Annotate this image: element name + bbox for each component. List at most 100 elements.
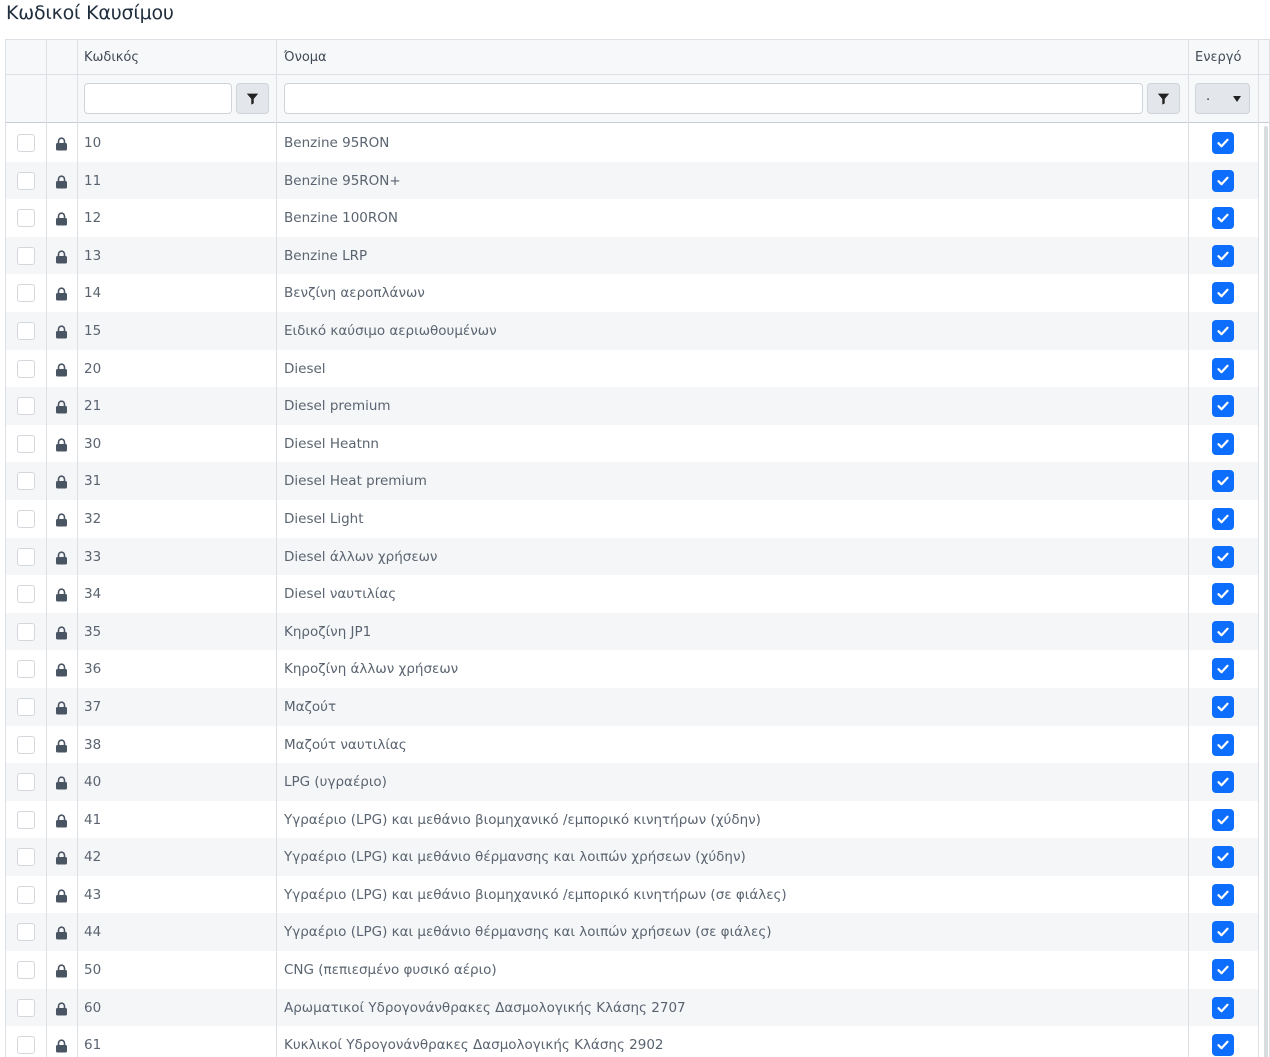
code-filter-input[interactable] [84, 83, 232, 114]
active-checkbox[interactable] [1212, 282, 1234, 305]
name-filter-button[interactable] [1147, 83, 1180, 114]
active-checkbox[interactable] [1212, 846, 1234, 869]
column-divider [77, 40, 78, 1057]
table-row[interactable]: 42 Υγραέριο (LPG) και μεθάνιο θέρμανσης κ… [6, 838, 1258, 876]
active-checkbox[interactable] [1212, 132, 1234, 154]
active-checkbox[interactable] [1212, 207, 1234, 230]
row-select-checkbox[interactable] [17, 434, 35, 453]
row-select-checkbox[interactable] [17, 134, 35, 152]
table-row[interactable]: 38 Μαζούτ ναυτιλίας [6, 726, 1258, 764]
table-row[interactable]: 37 Μαζούτ [6, 687, 1258, 726]
table-row[interactable]: 20 Diesel [6, 350, 1258, 388]
table-row[interactable]: 21 Diesel premium [6, 387, 1258, 425]
table-row[interactable]: 33 Diesel άλλων χρήσεων [6, 537, 1258, 576]
table-row[interactable]: 12 Benzine 100RON [6, 199, 1258, 237]
lock-icon [55, 399, 68, 414]
active-checkbox[interactable] [1212, 695, 1234, 718]
cell-name: Benzine 95RON [284, 135, 390, 151]
active-checkbox[interactable] [1212, 244, 1234, 267]
table-row[interactable]: 40 LPG (υγραέριο) [6, 763, 1258, 801]
cell-code: 43 [84, 886, 102, 903]
table-row[interactable]: 41 Υγραέριο (LPG) και μεθάνιο βιομηχανικό… [6, 801, 1258, 839]
table-row[interactable]: 14 Βενζίνη αεροπλάνων [6, 274, 1258, 312]
table-row[interactable]: 13 Benzine LRP [6, 236, 1258, 275]
row-select-checkbox[interactable] [17, 660, 35, 679]
table-row[interactable]: 43 Υγραέριο (LPG) και μεθάνιο βιομηχανικό… [6, 876, 1258, 914]
column-header-active[interactable]: Ενεργό [1195, 50, 1241, 65]
table-row[interactable]: 44 Υγραέριο (LPG) και μεθάνιο θέρμανσης κ… [6, 913, 1258, 952]
active-checkbox[interactable] [1212, 808, 1234, 831]
check-icon [1216, 813, 1230, 827]
active-checkbox[interactable] [1212, 470, 1234, 493]
row-select-checkbox[interactable] [17, 397, 35, 416]
row-select-checkbox[interactable] [17, 509, 35, 528]
row-select-checkbox[interactable] [17, 885, 35, 904]
active-checkbox[interactable] [1212, 395, 1234, 418]
table-row[interactable]: 30 Diesel Heatnn [6, 425, 1258, 463]
row-select-checkbox[interactable] [17, 359, 35, 378]
row-select-checkbox[interactable] [17, 923, 35, 942]
cell-name: Benzine 100RON [284, 210, 398, 227]
active-checkbox[interactable] [1212, 620, 1234, 643]
check-icon [1216, 738, 1230, 752]
row-select-checkbox[interactable] [17, 697, 35, 716]
cell-name: Βενζίνη αεροπλάνων [284, 285, 425, 302]
table-row[interactable]: 31 Diesel Heat premium [6, 462, 1258, 500]
cell-code: 10 [84, 135, 102, 151]
active-checkbox[interactable] [1212, 545, 1234, 568]
row-select-checkbox[interactable] [17, 472, 35, 491]
active-checkbox[interactable] [1212, 883, 1234, 906]
check-icon [1216, 625, 1230, 639]
table-row[interactable]: 32 Diesel Light [6, 500, 1258, 538]
cell-code: 14 [84, 285, 102, 302]
table-row[interactable]: 15 Ειδικό καύσιμο αεριωθουμένων [6, 311, 1258, 350]
active-checkbox[interactable] [1212, 507, 1234, 530]
row-select-checkbox[interactable] [17, 961, 35, 980]
active-checkbox[interactable] [1212, 583, 1234, 606]
table-row[interactable]: 50 CNG (πεπιεσμένο φυσικό αέριο) [6, 951, 1258, 989]
cell-name: Benzine 95RON+ [284, 172, 401, 189]
active-checkbox[interactable] [1212, 996, 1234, 1019]
active-checkbox[interactable] [1212, 771, 1234, 794]
active-checkbox[interactable] [1212, 1034, 1234, 1057]
row-select-checkbox[interactable] [17, 848, 35, 867]
code-filter-button[interactable] [236, 83, 269, 114]
column-header-name[interactable]: Όνομα [284, 50, 327, 65]
row-select-checkbox[interactable] [17, 246, 35, 265]
active-filter-select[interactable]: . [1195, 83, 1250, 114]
active-checkbox[interactable] [1212, 921, 1234, 944]
row-select-checkbox[interactable] [17, 810, 35, 829]
row-select-checkbox[interactable] [17, 585, 35, 604]
cell-code: 50 [84, 962, 102, 979]
check-icon [1216, 399, 1230, 413]
row-select-checkbox[interactable] [17, 171, 35, 190]
row-select-checkbox[interactable] [17, 622, 35, 641]
active-checkbox[interactable] [1212, 319, 1234, 342]
table-row[interactable]: 61 Κυκλικοί Υδρογονάνθρακες Δασμολογικής … [6, 1026, 1258, 1057]
table-row[interactable]: 11 Benzine 95RON+ [6, 161, 1258, 200]
row-select-checkbox[interactable] [17, 547, 35, 566]
active-checkbox[interactable] [1212, 959, 1234, 982]
lock-icon [55, 550, 68, 565]
table-row[interactable]: 34 Diesel ναυτιλίας [6, 575, 1258, 613]
table-row[interactable]: 60 Αρωματικοί Υδρογονάνθρακες Δασμολογική… [6, 988, 1258, 1027]
vertical-scrollbar[interactable] [1264, 126, 1268, 1057]
table-row[interactable]: 10 Benzine 95RON [6, 124, 1258, 162]
row-select-checkbox[interactable] [17, 773, 35, 792]
name-filter-input[interactable] [284, 83, 1143, 114]
row-select-checkbox[interactable] [17, 1036, 35, 1055]
row-select-checkbox[interactable] [17, 321, 35, 340]
table-row[interactable]: 36 Κηροζίνη άλλων χρήσεων [6, 650, 1258, 688]
table-row[interactable]: 35 Κηροζίνη JP1 [6, 612, 1258, 651]
row-select-checkbox[interactable] [17, 998, 35, 1017]
active-checkbox[interactable] [1212, 658, 1234, 681]
row-select-checkbox[interactable] [17, 209, 35, 228]
active-checkbox[interactable] [1212, 733, 1234, 756]
active-checkbox[interactable] [1212, 432, 1234, 455]
row-select-checkbox[interactable] [17, 284, 35, 303]
lock-icon [55, 324, 68, 339]
active-checkbox[interactable] [1212, 169, 1234, 192]
active-checkbox[interactable] [1212, 357, 1234, 380]
row-select-checkbox[interactable] [17, 735, 35, 754]
column-header-code[interactable]: Κωδικός [84, 50, 139, 65]
